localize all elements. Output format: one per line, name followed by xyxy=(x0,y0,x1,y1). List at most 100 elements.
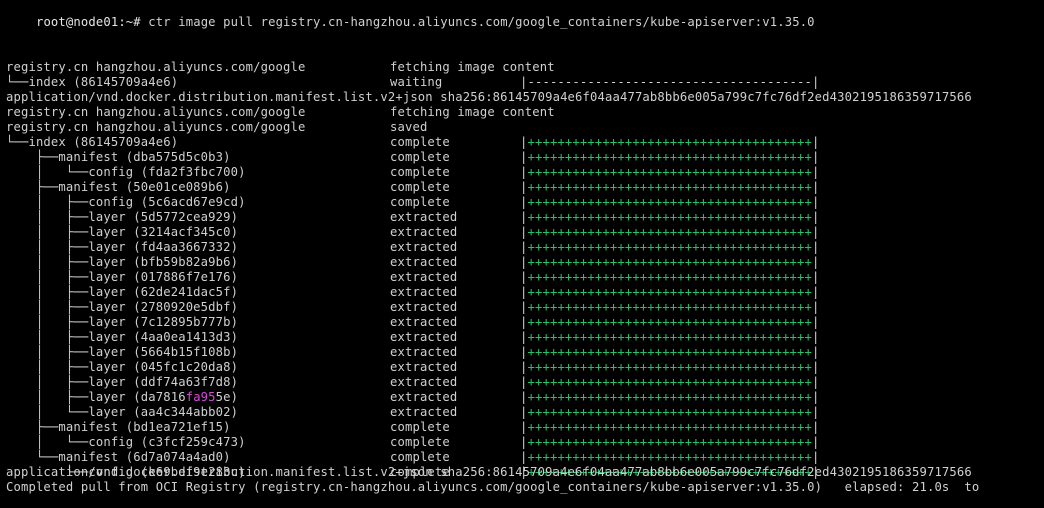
bar-edge-right: | xyxy=(812,240,820,254)
bar-edge-right: | xyxy=(812,315,820,329)
row-resource-name: │ ├──layer (ddf74a63f7d8) xyxy=(6,375,239,389)
row-status: complete xyxy=(390,435,450,449)
bar-edge-left: | xyxy=(520,255,528,269)
row-status: complete xyxy=(390,135,450,149)
row-status: extracted xyxy=(390,405,458,419)
bar-edge-left: | xyxy=(520,135,528,149)
bar-edge-right: | xyxy=(812,420,820,434)
bar-edge-right: | xyxy=(812,345,820,359)
bar-edge-left: | xyxy=(520,345,528,359)
row-progress-bar: |++++++++++++++++++++++++++++++++++++++| xyxy=(520,150,820,165)
bar-edge-right: | xyxy=(812,150,820,164)
bar-edge-left: | xyxy=(520,270,528,284)
manifest-digest-line: application/vnd.docker.distribution.mani… xyxy=(6,90,972,104)
bar-fill: ++++++++++++++++++++++++++++++++++++++ xyxy=(527,405,813,419)
row-resource-name: │ └──layer (aa4c344abb02) xyxy=(6,405,239,419)
row-status: complete xyxy=(390,165,450,179)
bar-fill: ++++++++++++++++++++++++++++++++++++++ xyxy=(527,420,813,434)
manifest-digest-line-final: application/vnd.docker.distribution.mani… xyxy=(6,465,972,479)
row-resource-name: │ ├──layer (045fc1c20da8) xyxy=(6,360,239,374)
row-resource-name: │ ├──layer (da7816fa955e) xyxy=(6,390,238,405)
row-resource-name: │ ├──layer (62de241dac5f) xyxy=(6,285,239,299)
bar-edge-right: | xyxy=(812,330,820,344)
bar-fill: ++++++++++++++++++++++++++++++++++++++ xyxy=(527,330,813,344)
bar-fill: ++++++++++++++++++++++++++++++++++++++ xyxy=(527,270,813,284)
row-resource-name: │ ├──layer (fd4aa3667332) xyxy=(6,240,239,254)
row-resource-name: │ ├──layer (7c12895b777b) xyxy=(6,315,239,329)
bar-fill: ++++++++++++++++++++++++++++++++++++++ xyxy=(527,360,813,374)
bar-edge-left: | xyxy=(520,225,528,239)
row-progress-bar: |++++++++++++++++++++++++++++++++++++++| xyxy=(520,285,820,300)
row-resource-name: │ └──config (fda2f3fbc700) xyxy=(6,165,246,179)
row-resource-name: │ ├──layer (017886f7e176) xyxy=(6,270,239,284)
row-status: extracted xyxy=(390,210,458,224)
terminal-window[interactable]: root@node01:~# ctr image pull registry.c… xyxy=(0,0,1044,508)
completed-pull-line: Completed pull from OCI Registry (regist… xyxy=(6,480,980,494)
bar-fill: ++++++++++++++++++++++++++++++++++++++ xyxy=(527,135,813,149)
bar-fill: ++++++++++++++++++++++++++++++++++++++ xyxy=(527,435,813,449)
row-status: extracted xyxy=(390,255,458,269)
row-status: extracted xyxy=(390,360,458,374)
bar-edge-left: | xyxy=(520,420,528,434)
bar-fill: ++++++++++++++++++++++++++++++++++++++ xyxy=(527,150,813,164)
bar-edge-left: | xyxy=(520,165,528,179)
shell-prompt: root@node01:~# xyxy=(35,15,141,29)
row-status: complete xyxy=(390,150,450,164)
row-status: waiting xyxy=(390,75,443,89)
row-status: extracted xyxy=(390,315,458,329)
row-status: extracted xyxy=(390,270,458,284)
bar-fill: ++++++++++++++++++++++++++++++++++++++ xyxy=(527,285,813,299)
bar-edge-right: | xyxy=(812,165,820,179)
row-status: extracted xyxy=(390,390,458,404)
row-resource-name: registry.cn hangzhou.aliyuncs.com/google xyxy=(6,105,306,119)
row-name-highlight: fa95 xyxy=(185,390,216,404)
bar-edge-left: | xyxy=(520,300,528,314)
bar-edge-left: | xyxy=(520,375,528,389)
row-resource-name: │ ├──layer (bfb59b82a9b6) xyxy=(6,255,239,269)
row-resource-name: └──manifest (6d7a074a4ad0) xyxy=(6,450,231,464)
row-progress-bar: |++++++++++++++++++++++++++++++++++++++| xyxy=(520,375,820,390)
row-progress-bar: |++++++++++++++++++++++++++++++++++++++| xyxy=(520,390,820,405)
row-resource-name: registry.cn hangzhou.aliyuncs.com/google xyxy=(6,60,306,74)
bar-edge-left: | xyxy=(520,330,528,344)
row-progress-bar: |++++++++++++++++++++++++++++++++++++++| xyxy=(520,165,820,180)
row-progress-bar: |++++++++++++++++++++++++++++++++++++++| xyxy=(520,255,820,270)
row-status: extracted xyxy=(390,240,458,254)
row-progress-bar: |++++++++++++++++++++++++++++++++++++++| xyxy=(520,195,820,210)
row-progress-bar: |++++++++++++++++++++++++++++++++++++++| xyxy=(520,210,820,225)
row-status: complete xyxy=(390,180,450,194)
bar-fill: ++++++++++++++++++++++++++++++++++++++ xyxy=(527,165,813,179)
row-resource-name: ├──manifest (dba575d5c0b3) xyxy=(6,150,231,164)
bar-edge-left: | xyxy=(520,150,528,164)
bar-edge-left: | xyxy=(520,315,528,329)
row-progress-bar: |++++++++++++++++++++++++++++++++++++++| xyxy=(520,420,820,435)
row-resource-name: │ ├──layer (5d5772cea929) xyxy=(6,210,239,224)
bar-edge-left: | xyxy=(520,450,528,464)
bar-edge-left: | xyxy=(520,435,528,449)
bar-edge-left: | xyxy=(520,180,528,194)
row-name-tail: 5e) xyxy=(215,390,239,404)
row-progress-bar: |++++++++++++++++++++++++++++++++++++++| xyxy=(520,345,820,360)
row-progress-bar: |++++++++++++++++++++++++++++++++++++++| xyxy=(520,450,820,465)
row-status: complete xyxy=(390,420,450,434)
bar-fill: ++++++++++++++++++++++++++++++++++++++ xyxy=(527,210,813,224)
row-status: extracted xyxy=(390,285,458,299)
row-status: saved xyxy=(390,120,428,134)
bar-fill: ++++++++++++++++++++++++++++++++++++++ xyxy=(527,195,813,209)
row-progress-bar: |++++++++++++++++++++++++++++++++++++++| xyxy=(520,300,820,315)
row-progress-bar: |++++++++++++++++++++++++++++++++++++++| xyxy=(520,315,820,330)
row-status: extracted xyxy=(390,225,458,239)
bar-edge-right: | xyxy=(812,375,820,389)
row-resource-name: registry.cn hangzhou.aliyuncs.com/google xyxy=(6,120,306,134)
row-progress-bar: |--------------------------------------| xyxy=(520,75,820,89)
row-status: complete xyxy=(390,450,450,464)
bar-edge-left: | xyxy=(520,210,528,224)
row-resource-name: │ ├──layer (3214acf345c0) xyxy=(6,225,239,239)
bar-edge-right: | xyxy=(812,390,820,404)
bar-edge-right: | xyxy=(812,285,820,299)
bar-fill: ++++++++++++++++++++++++++++++++++++++ xyxy=(527,300,813,314)
row-progress-bar: |++++++++++++++++++++++++++++++++++++++| xyxy=(520,360,820,375)
bar-edge-right: | xyxy=(812,270,820,284)
bar-edge-left: | xyxy=(520,390,528,404)
row-progress-bar: |++++++++++++++++++++++++++++++++++++++| xyxy=(520,240,820,255)
